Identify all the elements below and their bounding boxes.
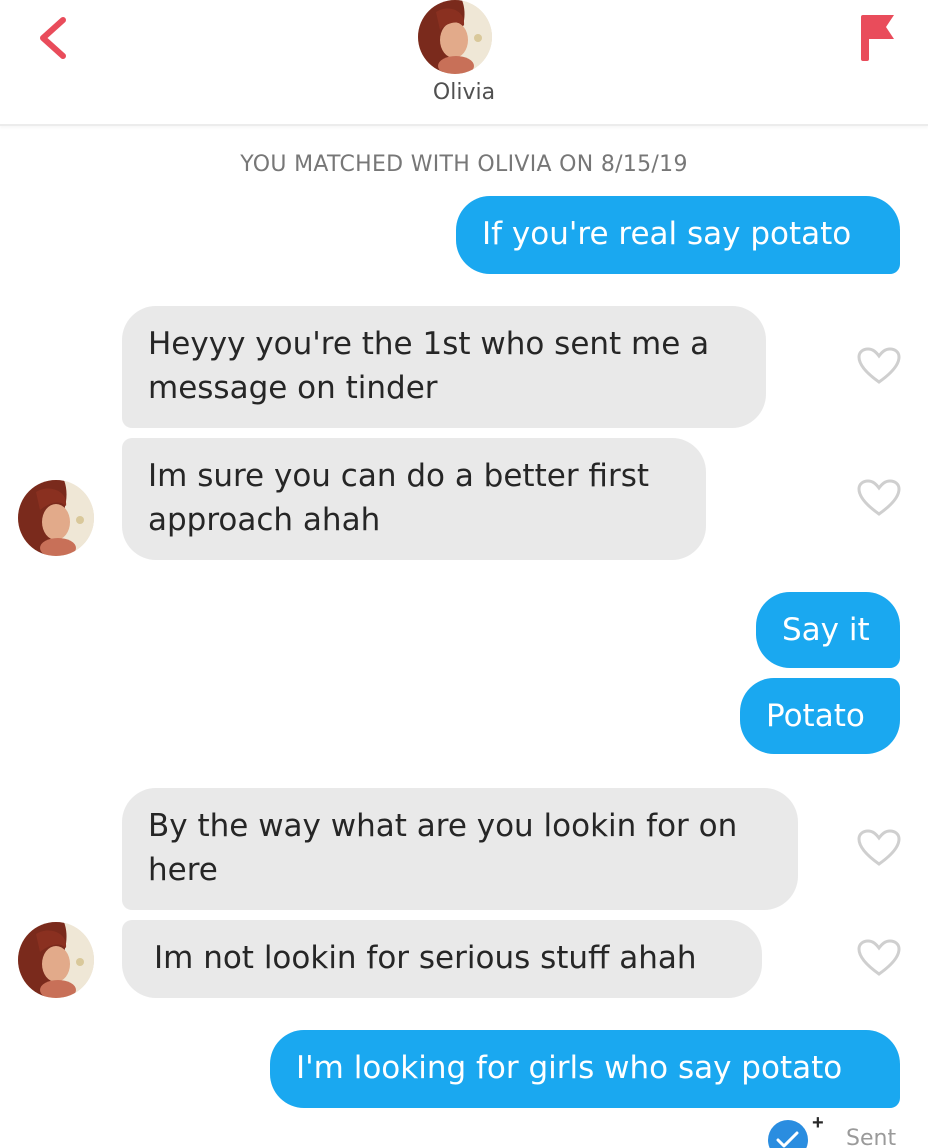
match-avatar[interactable]	[418, 0, 492, 74]
back-button[interactable]	[22, 8, 82, 68]
like-heart-icon[interactable]	[856, 346, 902, 386]
match-name: Olivia	[432, 80, 496, 105]
received-message[interactable]: Heyyy you're the 1st who sent me a messa…	[122, 306, 766, 428]
message-line: Heyyy you're the 1st who sent me a	[148, 326, 710, 362]
like-heart-icon[interactable]	[856, 938, 902, 978]
sent-message[interactable]: If you're real say potato	[456, 196, 900, 274]
chat-header: Olivia	[0, 0, 928, 126]
message-text: Potato	[766, 698, 865, 734]
message-line: here	[148, 852, 218, 888]
message-text: If you're real say potato	[482, 216, 852, 252]
sent-message[interactable]: Potato	[740, 678, 900, 754]
sent-message[interactable]: Say it	[756, 592, 900, 668]
received-message[interactable]: Im sure you can do a better first approa…	[122, 438, 706, 560]
status-text: Sent	[846, 1126, 897, 1148]
message-line: message on tinder	[148, 370, 438, 406]
message-text: I'm looking for girls who say potato	[296, 1050, 843, 1086]
sender-avatar[interactable]	[18, 922, 94, 998]
like-heart-icon[interactable]	[856, 828, 902, 868]
message-line: Im sure you can do a better first	[148, 458, 649, 494]
like-heart-icon[interactable]	[856, 478, 902, 518]
chevron-left-icon	[40, 17, 66, 59]
message-text: Say it	[782, 612, 870, 648]
delivery-status: + Sent	[768, 1112, 928, 1148]
chat-screen: Olivia YOU MATCHED WITH OLIVIA ON 8/15/1…	[0, 0, 928, 1148]
sender-avatar[interactable]	[18, 480, 94, 556]
received-message[interactable]: By the way what are you lookin for on he…	[122, 788, 798, 910]
message-line: By the way what are you lookin for on	[148, 808, 738, 844]
message-line: approach ahah	[148, 502, 381, 538]
match-banner: YOU MATCHED WITH OLIVIA ON 8/15/19	[240, 152, 688, 177]
status-plus: +	[812, 1112, 824, 1134]
report-button[interactable]	[848, 4, 908, 68]
sent-check-icon	[768, 1120, 808, 1148]
received-message[interactable]: Im not lookin for serious stuff ahah	[122, 920, 762, 998]
message-text: Im not lookin for serious stuff ahah	[154, 940, 697, 976]
sent-message[interactable]: I'm looking for girls who say potato	[270, 1030, 900, 1108]
flag-icon	[861, 15, 894, 61]
